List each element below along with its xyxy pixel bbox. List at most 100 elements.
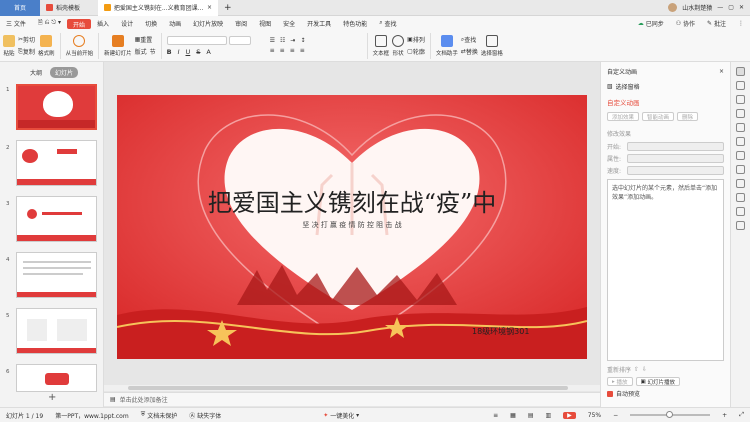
minimize-icon[interactable]: — bbox=[717, 4, 723, 11]
sorter-view-icon[interactable]: ▤ bbox=[528, 412, 534, 419]
animation-list[interactable]: 选中幻灯片的某个元素，然后单击“添加效果”添加动画。 bbox=[607, 179, 724, 361]
italic-icon[interactable]: I bbox=[178, 48, 180, 56]
add-effect-button[interactable]: 添加效果 bbox=[607, 112, 640, 121]
paragraph-tools[interactable]: ☰ ☷ ⇥ ↕ bbox=[270, 37, 362, 44]
tab-document[interactable]: 把爱国主义镌刻在...义教育团课PPT × bbox=[98, 0, 218, 16]
slide-title[interactable]: 把爱国主义镌刻在战“疫”中 bbox=[117, 183, 587, 218]
align-right-icon[interactable]: ≡ bbox=[290, 47, 295, 54]
slide-thumbnail-5[interactable] bbox=[16, 308, 97, 354]
menu-features[interactable]: 特色功能 bbox=[337, 16, 373, 30]
table-icon[interactable] bbox=[736, 151, 745, 160]
menu-design[interactable]: 设计 bbox=[115, 16, 139, 30]
doc-protect-status[interactable]: ⛨ 文档未保护 bbox=[141, 411, 178, 420]
slide-thumbnail-4[interactable] bbox=[16, 252, 97, 298]
file-menu[interactable]: 三 文件 bbox=[0, 16, 32, 30]
close-icon[interactable]: × bbox=[207, 4, 212, 11]
animation-pane-icon[interactable] bbox=[736, 67, 745, 76]
menu-insert[interactable]: 插入 bbox=[91, 16, 115, 30]
slideshow-play-icon[interactable]: ▶ bbox=[563, 411, 576, 419]
copy-style-icon[interactable] bbox=[736, 81, 745, 90]
zoom-slider-thumb[interactable] bbox=[666, 411, 674, 418]
new-slide-button[interactable]: 新建幻灯片 bbox=[104, 34, 132, 57]
play-current-button[interactable]: 从当前开始 bbox=[66, 34, 93, 57]
doc-helper-button[interactable]: 文档助手 bbox=[436, 34, 458, 57]
menu-security[interactable]: 安全 bbox=[277, 16, 301, 30]
section-button[interactable]: 节 bbox=[150, 47, 156, 56]
settings-icon[interactable] bbox=[736, 193, 745, 202]
strike-icon[interactable]: S bbox=[196, 48, 200, 56]
justify-icon[interactable]: ≡ bbox=[300, 47, 305, 54]
menu-review[interactable]: 审阅 bbox=[229, 16, 253, 30]
quick-access[interactable]: 🗎 ⎌ ⎋ ▾ bbox=[32, 16, 67, 30]
select-pane-link[interactable]: ▧ 选择窗格 bbox=[607, 82, 724, 91]
menu-developer[interactable]: 开发工具 bbox=[301, 16, 337, 30]
more-tools-icon[interactable] bbox=[736, 221, 745, 230]
play-button[interactable]: ▸ 播放 bbox=[607, 377, 633, 386]
move-down-icon[interactable]: ⇩ bbox=[642, 366, 647, 373]
menu-animation[interactable]: 动画 bbox=[163, 16, 187, 30]
align-center-icon[interactable]: ≡ bbox=[280, 47, 285, 54]
current-slide[interactable]: 把爱国主义镌刻在战“疫”中 坚 决 打 赢 疫 情 防 控 阻 击 战 18级环… bbox=[117, 95, 587, 359]
sync-status[interactable]: ☁ 已同步 bbox=[632, 16, 670, 30]
menu-slideshow[interactable]: 幻灯片放映 bbox=[187, 16, 229, 30]
shape-icon[interactable] bbox=[736, 95, 745, 104]
reading-view-icon[interactable]: ▥ bbox=[545, 412, 551, 419]
panel-close-icon[interactable]: × bbox=[719, 68, 724, 75]
missing-font-status[interactable]: Ⓐ 缺失字体 bbox=[189, 411, 221, 420]
design-icon[interactable] bbox=[736, 109, 745, 118]
menu-view[interactable]: 视图 bbox=[253, 16, 277, 30]
tab-outline[interactable]: 大纲 bbox=[30, 68, 42, 77]
underline-icon[interactable]: U bbox=[186, 48, 191, 56]
reset-button[interactable]: ▦ 重置 bbox=[135, 35, 156, 44]
start-select[interactable] bbox=[627, 142, 724, 151]
scrollbar-thumb[interactable] bbox=[128, 386, 568, 390]
zoom-slider[interactable] bbox=[630, 411, 711, 418]
slide-thumbnail-3[interactable] bbox=[16, 196, 97, 242]
tab-slides[interactable]: 幻灯片 bbox=[50, 66, 79, 78]
comment-button[interactable]: ✎ 批注 bbox=[701, 16, 732, 30]
cut-button[interactable]: ✂ 剪切 bbox=[18, 35, 35, 44]
bold-icon[interactable]: B bbox=[167, 48, 172, 56]
add-slide-button[interactable]: + bbox=[48, 392, 56, 403]
collab-button[interactable]: ⚇ 协作 bbox=[670, 16, 701, 30]
help-icon[interactable] bbox=[736, 207, 745, 216]
number-list-icon[interactable]: ☷ bbox=[280, 37, 285, 44]
zoom-in-icon[interactable]: + bbox=[722, 412, 727, 419]
zoom-level[interactable]: 75% bbox=[588, 412, 601, 419]
speed-select[interactable] bbox=[627, 166, 724, 175]
transition-icon[interactable] bbox=[736, 179, 745, 188]
beautify-button[interactable]: ✦ 一键美化 ▾ bbox=[323, 411, 359, 420]
chart-bar-icon[interactable] bbox=[736, 165, 745, 174]
font-name-select[interactable] bbox=[166, 35, 227, 45]
replace-button[interactable]: ⇄ 替换 bbox=[461, 47, 478, 56]
font-color-icon[interactable]: A bbox=[206, 48, 210, 56]
chart-icon[interactable] bbox=[736, 137, 745, 146]
shapes-button[interactable]: 形状 bbox=[392, 34, 405, 57]
user-name[interactable]: 山水荆楚猿 bbox=[682, 3, 712, 12]
layout-button[interactable]: 版式 bbox=[135, 47, 147, 56]
property-icon[interactable] bbox=[736, 123, 745, 132]
more-icon[interactable]: ⋮ bbox=[732, 16, 750, 30]
property-select[interactable] bbox=[627, 154, 724, 163]
menu-transition[interactable]: 切换 bbox=[139, 16, 163, 30]
horizontal-scrollbar[interactable] bbox=[104, 385, 600, 391]
arrange-button[interactable]: ▣ 排列 bbox=[407, 35, 425, 44]
align-left-icon[interactable]: ≡ bbox=[270, 47, 275, 54]
zoom-out-icon[interactable]: − bbox=[613, 412, 618, 419]
font-size-select[interactable] bbox=[228, 35, 251, 45]
move-up-icon[interactable]: ⇧ bbox=[634, 366, 639, 373]
slide-class-label[interactable]: 18级环境钢301 bbox=[472, 326, 529, 337]
paste-button[interactable]: 粘贴 bbox=[3, 34, 15, 57]
normal-view-icon[interactable]: ▦ bbox=[510, 412, 516, 419]
indent-icon[interactable]: ⇥ bbox=[290, 37, 295, 44]
slide-subtitle[interactable]: 坚 决 打 赢 疫 情 防 控 阻 击 战 bbox=[117, 220, 587, 230]
line-spacing-icon[interactable]: ↕ bbox=[300, 37, 305, 44]
format-painter-button[interactable]: 格式刷 bbox=[38, 34, 55, 57]
tab-docer[interactable]: 稻壳模板 bbox=[40, 0, 98, 16]
menu-home[interactable]: 开始 bbox=[67, 19, 92, 29]
find-button[interactable]: ⌕ 查找 bbox=[461, 35, 478, 45]
maximize-icon[interactable]: ▢ bbox=[728, 4, 734, 11]
copy-button[interactable]: ⎘ 复制 bbox=[18, 47, 35, 57]
slide-thumbnail-2[interactable] bbox=[16, 140, 97, 186]
bullet-list-icon[interactable]: ☰ bbox=[270, 37, 275, 44]
